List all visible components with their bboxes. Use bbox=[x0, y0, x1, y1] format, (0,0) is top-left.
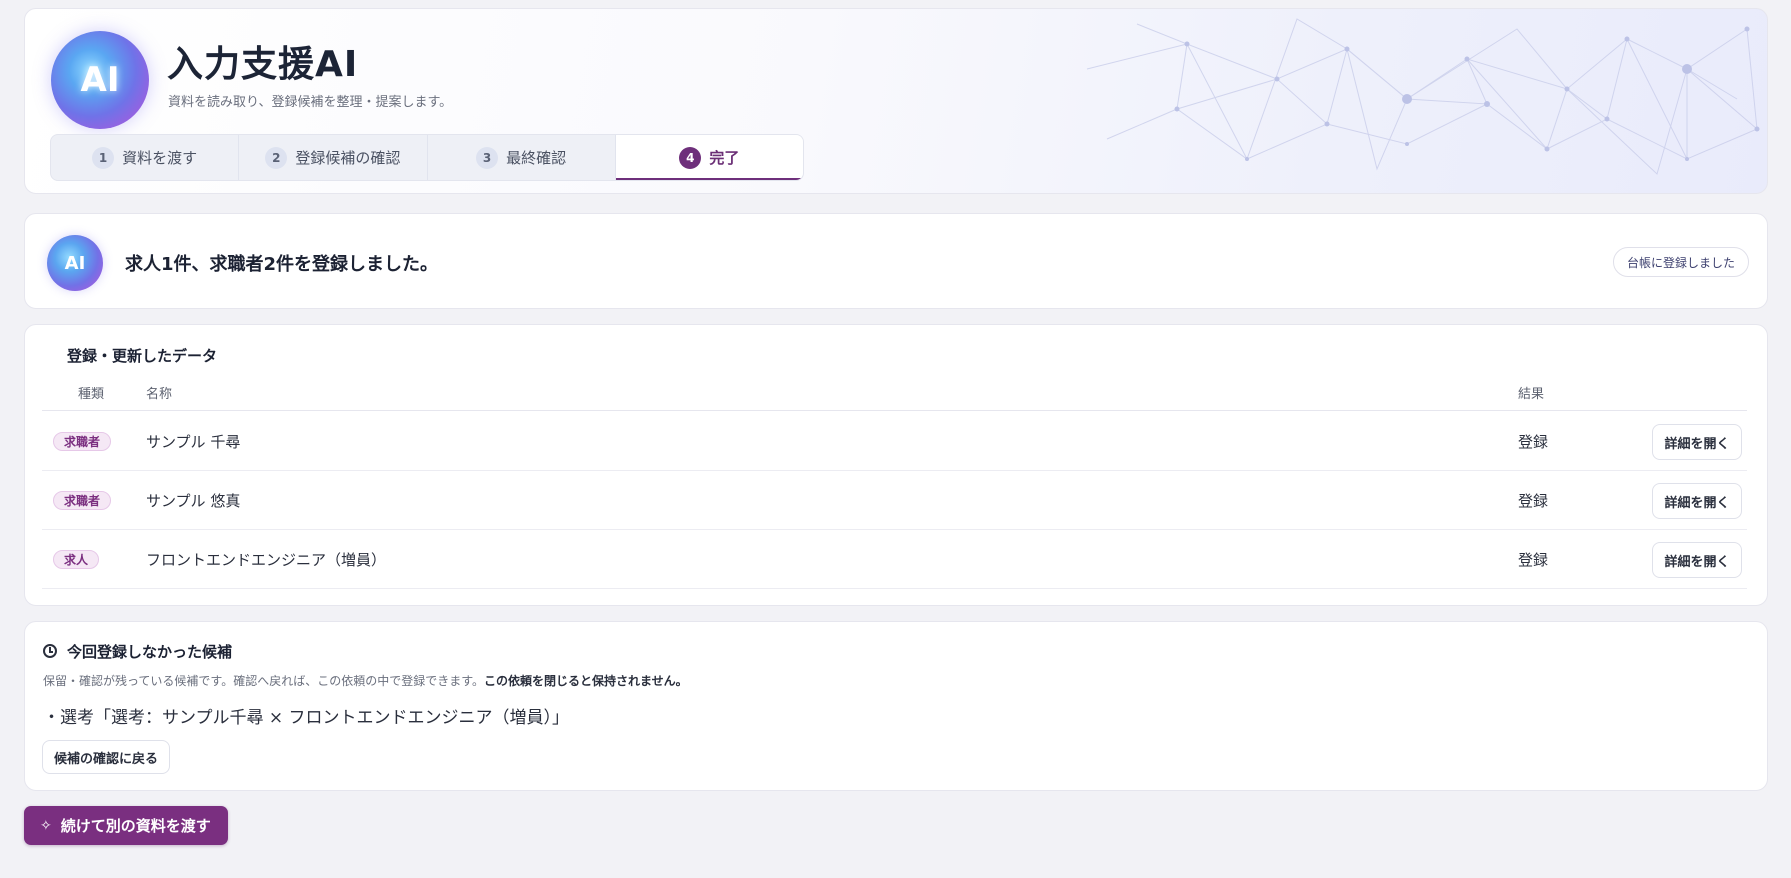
pending-candidates-card: 今回登録しなかった候補 保留・確認が残っている候補です。確認へ戻れば、この依頼の… bbox=[24, 621, 1768, 791]
logo-text: AI bbox=[64, 252, 86, 274]
ai-brain-logo: AI bbox=[51, 31, 149, 129]
back-to-review-button[interactable]: 候補の確認に戻る bbox=[42, 740, 171, 774]
column-name: 名称 bbox=[146, 387, 173, 402]
step-label: 登録候補の確認 bbox=[295, 149, 401, 167]
step-number: 1 bbox=[92, 146, 115, 169]
description-text: 保留・確認が残っている候補です。確認へ戻れば、この依頼の中で登録できます。 bbox=[43, 674, 485, 688]
sparkle-icon: ✧ bbox=[40, 817, 52, 834]
table-header: 種類 名称 結果 bbox=[42, 383, 1747, 411]
open-details-button[interactable]: 詳細を開く bbox=[1652, 424, 1742, 460]
row-result: 登録 bbox=[1518, 551, 1549, 569]
open-details-button[interactable]: 詳細を開く bbox=[1652, 542, 1742, 578]
table-row: 求人 フロントエンドエンジニア（増員） 登録 詳細を開く bbox=[42, 530, 1747, 589]
step-2[interactable]: 2 登録候補の確認 bbox=[239, 135, 428, 180]
step-label: 資料を渡す bbox=[122, 149, 198, 167]
section-title: 今回登録しなかった候補 bbox=[67, 643, 233, 661]
open-details-button[interactable]: 詳細を開く bbox=[1652, 483, 1742, 519]
type-badge: 求職者 bbox=[53, 432, 112, 451]
step-1[interactable]: 1 資料を渡す bbox=[51, 135, 240, 180]
status-badge: 台帳に登録しました bbox=[1612, 247, 1749, 277]
stepper: 1 資料を渡す 2 登録候補の確認 3 最終確認 4 完了 bbox=[50, 134, 804, 181]
completion-banner: AI 求人1件、求職者2件を登録しました。 台帳に登録しました bbox=[24, 213, 1768, 309]
step-number: 3 bbox=[476, 146, 499, 169]
page-title: 入力支援AI bbox=[167, 44, 359, 85]
registered-data-card: 登録・更新したデータ 種類 名称 結果 求職者 サンプル 千尋 登録 詳細を開く… bbox=[24, 324, 1768, 606]
section-title: 登録・更新したデータ bbox=[67, 347, 218, 365]
page-subtitle: 資料を読み取り、登録候補を整理・提案します。 bbox=[168, 95, 453, 110]
row-name: サンプル 悠真 bbox=[146, 492, 241, 510]
table-row: 求職者 サンプル 悠真 登録 詳細を開く bbox=[42, 471, 1747, 530]
step-3[interactable]: 3 最終確認 bbox=[428, 135, 616, 180]
step-number: 4 bbox=[679, 146, 702, 169]
column-type: 種類 bbox=[78, 387, 105, 402]
button-label: 続けて別の資料を渡す bbox=[60, 817, 211, 835]
row-result: 登録 bbox=[1518, 433, 1549, 451]
description-warning: この依頼を閉じると保持されません。 bbox=[484, 674, 688, 688]
column-result: 結果 bbox=[1518, 387, 1545, 402]
row-name: フロントエンドエンジニア（増員） bbox=[146, 551, 387, 569]
step-4-active[interactable]: 4 完了 bbox=[615, 135, 803, 180]
network-background-graphic bbox=[1086, 18, 1760, 175]
step-label: 完了 bbox=[709, 149, 740, 167]
pending-description: 保留・確認が残っている候補です。確認へ戻れば、この依頼の中で登録できます。この依… bbox=[43, 672, 688, 689]
pending-candidate-item: ・選考「選考：サンプル千尋 × フロントエンドエンジニア（増員）」 bbox=[43, 708, 570, 728]
type-badge: 求職者 bbox=[53, 491, 112, 510]
logo-text: AI bbox=[80, 60, 120, 100]
type-badge: 求人 bbox=[53, 550, 100, 569]
row-name: サンプル 千尋 bbox=[146, 433, 241, 451]
clock-icon bbox=[43, 644, 57, 658]
ai-brain-icon: AI bbox=[47, 235, 103, 291]
step-label: 最終確認 bbox=[506, 149, 567, 167]
row-result: 登録 bbox=[1518, 492, 1549, 510]
step-number: 2 bbox=[265, 146, 288, 169]
app-header: AI 入力支援AI 資料を読み取り、登録候補を整理・提案します。 1 資料を渡す… bbox=[24, 8, 1768, 194]
completion-message: 求人1件、求職者2件を登録しました。 bbox=[125, 254, 439, 275]
upload-another-document-button[interactable]: ✧ 続けて別の資料を渡す bbox=[24, 806, 228, 845]
table-row: 求職者 サンプル 千尋 登録 詳細を開く bbox=[42, 412, 1747, 471]
